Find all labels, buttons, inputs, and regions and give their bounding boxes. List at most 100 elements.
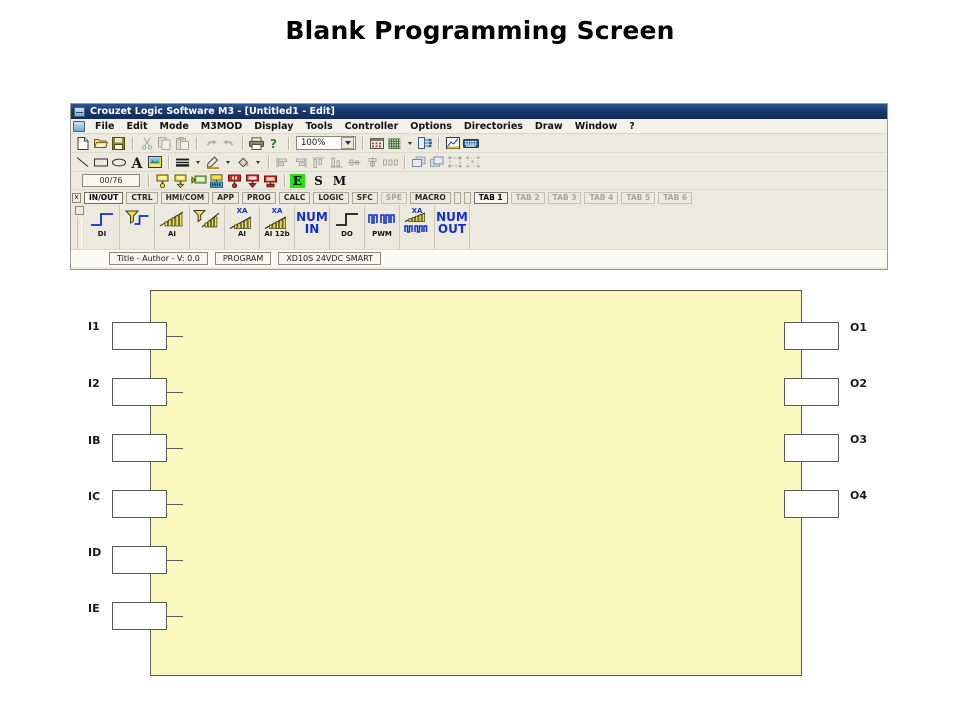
menu-item-window[interactable]: Window bbox=[569, 121, 624, 132]
tab-spe[interactable]: SPE bbox=[380, 191, 407, 204]
mode-button-s[interactable]: S bbox=[311, 174, 326, 188]
grid-pattern-icon[interactable] bbox=[386, 135, 403, 151]
menu-item-controller[interactable]: Controller bbox=[339, 121, 405, 132]
menu-item-tools[interactable]: Tools bbox=[299, 121, 338, 132]
bring-front-icon[interactable] bbox=[410, 154, 427, 170]
function-block-pwm[interactable]: PWM bbox=[365, 205, 400, 249]
link-block-icon[interactable] bbox=[190, 173, 207, 189]
menu-item-help[interactable]: ? bbox=[623, 121, 641, 132]
menu-item-options[interactable]: Options bbox=[404, 121, 458, 132]
show-grid-icon[interactable] bbox=[368, 135, 385, 151]
tab-logic[interactable]: LOGIC bbox=[313, 191, 349, 204]
function-block-xa-ai[interactable]: XA AI bbox=[225, 205, 260, 249]
distribute-icon[interactable] bbox=[382, 154, 399, 170]
tab-in-out[interactable]: IN/OUT bbox=[84, 191, 124, 204]
program-canvas[interactable] bbox=[150, 290, 802, 676]
align-left-icon[interactable] bbox=[274, 154, 291, 170]
rectangle-icon[interactable] bbox=[92, 154, 109, 170]
tab-prog[interactable]: PROG bbox=[242, 191, 276, 204]
page-tab-4[interactable]: TAB 4 bbox=[584, 191, 619, 204]
input-port-ib[interactable] bbox=[112, 434, 167, 462]
redo-arrow-icon[interactable] bbox=[220, 135, 237, 151]
keyboard-icon[interactable] bbox=[462, 135, 479, 151]
page-tab-6[interactable]: TAB 6 bbox=[658, 191, 693, 204]
palette-grip[interactable] bbox=[76, 217, 82, 249]
program-field[interactable]: PROGRAM bbox=[214, 252, 272, 265]
ellipse-icon[interactable] bbox=[110, 154, 127, 170]
output-port-o4[interactable] bbox=[784, 490, 839, 518]
fill-color-dropdown-icon[interactable] bbox=[252, 154, 263, 170]
ungroup-icon[interactable] bbox=[464, 154, 481, 170]
save-disk-icon[interactable] bbox=[110, 135, 127, 151]
align-bottom-icon[interactable] bbox=[328, 154, 345, 170]
input-port-i2[interactable] bbox=[112, 378, 167, 406]
text-a-icon[interactable]: A bbox=[128, 154, 145, 170]
function-block-filtered-input[interactable] bbox=[120, 205, 155, 249]
page-tab-3[interactable]: TAB 3 bbox=[547, 191, 582, 204]
red-flat-block-icon[interactable] bbox=[262, 173, 279, 189]
line-weight-dropdown-icon[interactable] bbox=[192, 154, 203, 170]
menu-item-directories[interactable]: Directories bbox=[458, 121, 529, 132]
input-block-icon[interactable] bbox=[154, 173, 171, 189]
print-icon[interactable] bbox=[248, 135, 265, 151]
send-back-icon[interactable] bbox=[428, 154, 445, 170]
mode-button-e[interactable]: E bbox=[290, 173, 305, 188]
tab-ctrl[interactable]: CTRL bbox=[126, 191, 158, 204]
page-tab-2[interactable]: TAB 2 bbox=[510, 191, 545, 204]
group-icon[interactable] bbox=[446, 154, 463, 170]
close-icon[interactable]: x bbox=[72, 192, 81, 203]
menu-item-display[interactable]: Display bbox=[248, 121, 299, 132]
input-port-i1[interactable] bbox=[112, 322, 167, 350]
menu-item-draw[interactable]: Draw bbox=[529, 121, 569, 132]
chart-icon[interactable] bbox=[444, 135, 461, 151]
tab-calc[interactable]: CALC bbox=[278, 191, 311, 204]
input-port-ic[interactable] bbox=[112, 490, 167, 518]
red-block-icon[interactable] bbox=[226, 173, 243, 189]
function-block-filtered-analog[interactable] bbox=[190, 205, 225, 249]
line-color-dropdown-icon[interactable] bbox=[222, 154, 233, 170]
function-block-ai[interactable]: AI bbox=[155, 205, 190, 249]
palette-restore-icon[interactable] bbox=[74, 206, 84, 215]
function-block-num-in[interactable]: NUM IN bbox=[295, 205, 330, 249]
grid-dropdown-icon[interactable] bbox=[404, 135, 415, 151]
tab-macro[interactable]: MACRO bbox=[409, 191, 451, 204]
output-block-icon[interactable] bbox=[172, 173, 189, 189]
page-tab-1[interactable]: TAB 1 bbox=[473, 191, 508, 204]
red-down-block-icon[interactable] bbox=[244, 173, 261, 189]
mode-button-m[interactable]: M bbox=[332, 174, 347, 188]
copy-icon[interactable] bbox=[156, 135, 173, 151]
image-icon[interactable] bbox=[146, 154, 163, 170]
align-right-icon[interactable] bbox=[292, 154, 309, 170]
open-folder-icon[interactable] bbox=[92, 135, 109, 151]
tree-view-icon[interactable] bbox=[416, 135, 433, 151]
zoom-combobox[interactable]: 100% bbox=[296, 136, 356, 150]
controller-model-field[interactable]: XD10S 24VDC SMART bbox=[278, 252, 382, 265]
function-block-num-out[interactable]: NUM OUT bbox=[435, 205, 470, 249]
tab-app[interactable]: APP bbox=[212, 191, 240, 204]
display-block-icon[interactable] bbox=[208, 173, 225, 189]
menu-item-mode[interactable]: Mode bbox=[154, 121, 195, 132]
output-port-o2[interactable] bbox=[784, 378, 839, 406]
new-document-icon[interactable] bbox=[74, 135, 91, 151]
function-block-xa-ai-12b[interactable]: XA AI 12b bbox=[260, 205, 295, 249]
output-port-o1[interactable] bbox=[784, 322, 839, 350]
chevron-down-icon[interactable] bbox=[341, 137, 354, 149]
output-port-o3[interactable] bbox=[784, 434, 839, 462]
line-icon[interactable] bbox=[74, 154, 91, 170]
menu-item-edit[interactable]: Edit bbox=[120, 121, 153, 132]
align-top-icon[interactable] bbox=[310, 154, 327, 170]
input-port-id[interactable] bbox=[112, 546, 167, 574]
function-block-xa-pwm[interactable]: XA bbox=[400, 205, 435, 249]
menu-item-m3mod[interactable]: M3MOD bbox=[195, 121, 248, 132]
tab-sfc[interactable]: SFC bbox=[351, 191, 378, 204]
page-tab-5[interactable]: TAB 5 bbox=[621, 191, 656, 204]
align-center-horizontal-icon[interactable] bbox=[346, 154, 363, 170]
input-port-ie[interactable] bbox=[112, 602, 167, 630]
tab-hmi-com[interactable]: HMI/COM bbox=[160, 191, 210, 204]
undo-arrow-icon[interactable] bbox=[202, 135, 219, 151]
line-color-icon[interactable] bbox=[204, 154, 221, 170]
align-center-vertical-icon[interactable] bbox=[364, 154, 381, 170]
menu-item-file[interactable]: File bbox=[89, 121, 120, 132]
help-question-icon[interactable]: ? bbox=[266, 135, 283, 151]
function-block-do[interactable]: DO bbox=[330, 205, 365, 249]
